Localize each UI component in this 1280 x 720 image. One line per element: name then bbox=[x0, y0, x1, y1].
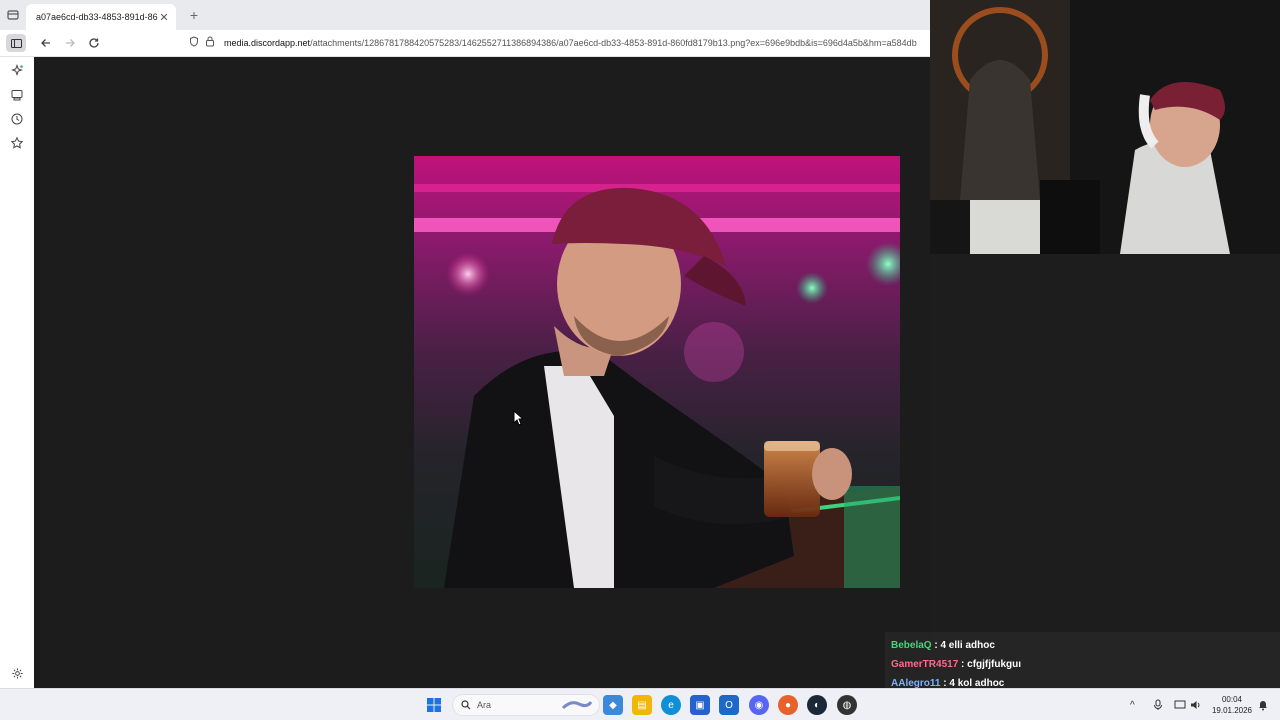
sidebar-toggle-icon[interactable] bbox=[6, 34, 26, 52]
search-highlight-icon bbox=[561, 698, 593, 712]
stream-background bbox=[930, 254, 1280, 688]
browser-sidebar bbox=[0, 57, 34, 688]
clock-date: 19.01.2026 bbox=[1211, 706, 1253, 715]
tab-title: a07ae6cd-db33-4853-891d-860fd8 bbox=[36, 12, 158, 22]
webcam-overlay bbox=[930, 0, 1280, 254]
taskbar-search-box[interactable]: Ara bbox=[452, 694, 600, 716]
store-icon[interactable]: ▣ bbox=[690, 695, 710, 715]
streamer-webcam-feed bbox=[930, 0, 1280, 254]
browser-tab-active[interactable]: a07ae6cd-db33-4853-891d-860fd8 ✕ bbox=[26, 4, 176, 30]
windows-taskbar: Ara ◆ ▤ e ▣ O ◉ ● ◐ ◍ ^ 00:04 19.01.2026 bbox=[0, 688, 1280, 720]
show-hidden-icons-chevron-icon[interactable]: ^ bbox=[1130, 689, 1135, 720]
url-domain: media.discordapp.net bbox=[224, 38, 311, 48]
firefox-icon[interactable]: ● bbox=[778, 695, 798, 715]
back-arrow-icon[interactable] bbox=[34, 32, 58, 54]
taskbar-clock[interactable]: 00:04 19.01.2026 bbox=[1208, 694, 1256, 716]
synced-tabs-icon[interactable] bbox=[9, 87, 25, 103]
steam-icon[interactable]: ◐ bbox=[807, 695, 827, 715]
browser-tab-bar: a07ae6cd-db33-4853-891d-860fd8 ✕ + bbox=[0, 0, 930, 30]
app-icon-1[interactable]: ◆ bbox=[603, 695, 623, 715]
app-icon-obs[interactable]: ◍ bbox=[837, 695, 857, 715]
windows-start-icon[interactable] bbox=[424, 695, 444, 715]
new-tab-icon[interactable]: + bbox=[182, 7, 206, 23]
discord-icon[interactable]: ◉ bbox=[749, 695, 769, 715]
chat-message: GamerTR4517 : cfgjfjfukguı bbox=[891, 655, 1280, 674]
address-bar[interactable]: media.discordapp.net/attachments/1286781… bbox=[186, 32, 930, 54]
chat-message: BebelaQ : 4 elli adhoc bbox=[891, 636, 1280, 655]
chat-username: GamerTR4517 bbox=[891, 659, 959, 670]
ai-chatbot-icon[interactable] bbox=[9, 63, 25, 79]
mouse-cursor-icon bbox=[513, 410, 523, 426]
outlook-icon[interactable]: O bbox=[719, 695, 739, 715]
close-tab-icon[interactable]: ✕ bbox=[158, 11, 170, 24]
chat-text: : cfgjfjfukguı bbox=[961, 659, 1022, 670]
url-path: /attachments/1286781788420575283/1462552… bbox=[310, 38, 917, 48]
file-explorer-icon[interactable]: ▤ bbox=[632, 695, 652, 715]
screen: a07ae6cd-db33-4853-891d-860fd8 ✕ + media… bbox=[0, 0, 1280, 720]
settings-gear-icon[interactable] bbox=[9, 665, 25, 681]
microphone-icon[interactable] bbox=[1153, 689, 1163, 720]
browser-nav-bar: media.discordapp.net/attachments/1286781… bbox=[0, 30, 930, 57]
history-icon[interactable] bbox=[9, 111, 25, 127]
volume-icon[interactable] bbox=[1190, 689, 1202, 720]
search-label: Ara bbox=[477, 700, 492, 710]
search-icon bbox=[461, 700, 471, 710]
notification-bell-icon[interactable] bbox=[1257, 689, 1269, 720]
reload-icon[interactable] bbox=[82, 32, 106, 54]
network-icon[interactable] bbox=[1174, 689, 1186, 720]
bar-portrait-illustration bbox=[414, 156, 900, 588]
url-text: media.discordapp.net/attachments/1286781… bbox=[224, 38, 917, 48]
bookmarks-star-icon[interactable] bbox=[9, 135, 25, 151]
lock-icon[interactable] bbox=[202, 36, 218, 50]
chat-username: BebelaQ bbox=[891, 640, 932, 651]
forward-arrow-icon[interactable] bbox=[58, 32, 82, 54]
chat-text: : 4 elli adhoc bbox=[934, 640, 995, 651]
attachment-image[interactable] bbox=[414, 156, 900, 588]
clock-time: 00:04 bbox=[1221, 695, 1243, 704]
tab-list-icon[interactable] bbox=[0, 0, 26, 30]
chat-overlay: BebelaQ : 4 elli adhoc GamerTR4517 : cfg… bbox=[885, 632, 1280, 689]
edge-browser-icon[interactable]: e bbox=[661, 695, 681, 715]
shield-icon[interactable] bbox=[186, 36, 202, 50]
